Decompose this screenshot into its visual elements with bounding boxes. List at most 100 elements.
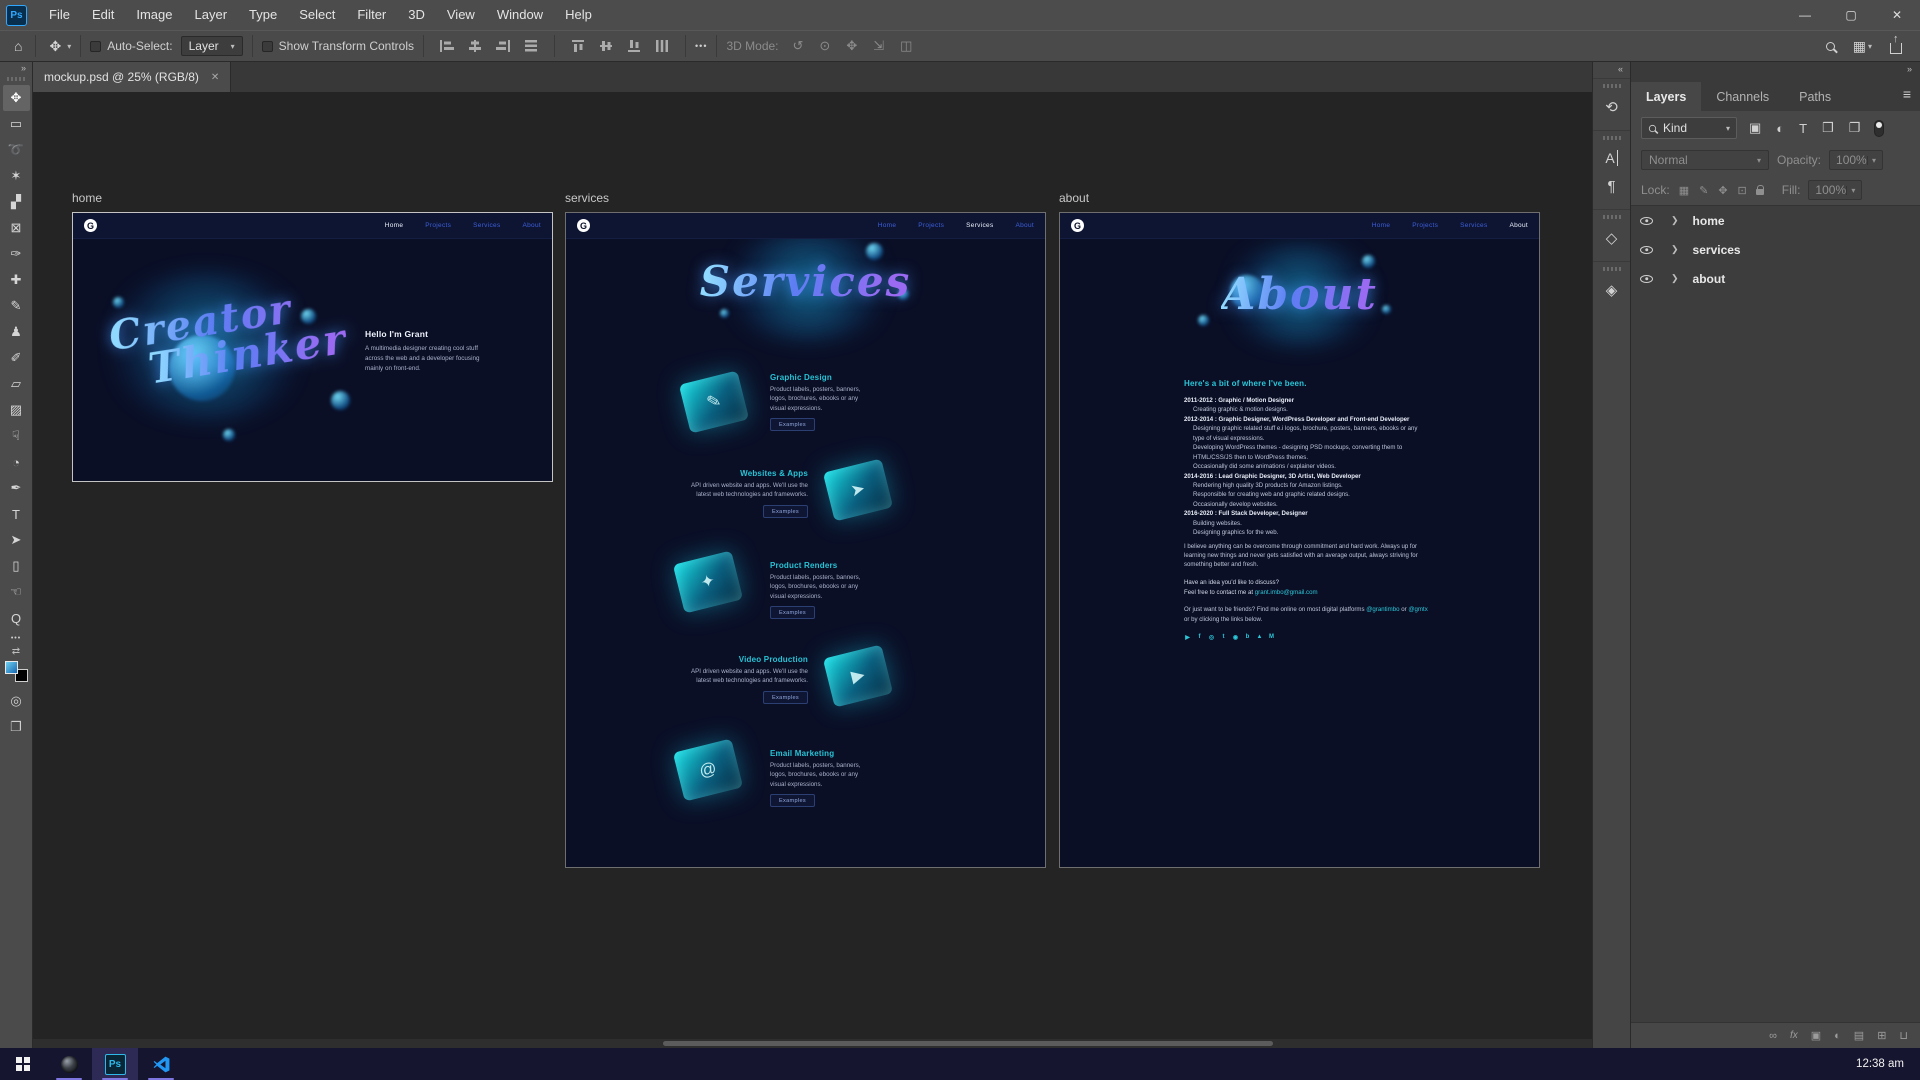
magic-wand-tool[interactable]: ✶ [3, 163, 30, 189]
taskbar-vscode[interactable] [138, 1048, 184, 1080]
home-icon[interactable]: ⌂ [10, 38, 26, 54]
lock-artboard-icon[interactable]: ⊡ [1737, 184, 1748, 197]
layer-name[interactable]: about [1693, 272, 1726, 286]
visibility-eye-icon[interactable] [1640, 275, 1653, 283]
zoom-tool[interactable]: Q [3, 605, 30, 631]
marquee-tool[interactable]: ▭ [3, 111, 30, 137]
close-tab-icon[interactable]: ✕ [211, 72, 219, 83]
panel-collapse-icon[interactable]: » [1631, 62, 1920, 82]
hand-tool[interactable]: ☜ [3, 579, 30, 605]
distribute-horizontal-icon[interactable] [517, 40, 545, 52]
3d-slide-icon[interactable]: ⇲ [873, 38, 884, 54]
gradient-tool[interactable]: ▨ [3, 397, 30, 423]
menu-3d[interactable]: 3D [397, 0, 436, 30]
layer-group-icon[interactable]: ▤ [1854, 1029, 1864, 1042]
expand-group-icon[interactable]: ❯ [1671, 273, 1679, 284]
menu-view[interactable]: View [436, 0, 486, 30]
pen-tool[interactable]: ✒ [3, 475, 30, 501]
quick-mask-icon[interactable]: ◎ [10, 693, 21, 709]
smart-object-filter-icon[interactable]: ❐ [1846, 120, 1864, 136]
rectangle-tool[interactable]: ▯ [3, 553, 30, 579]
chevron-down-icon[interactable]: ▾ [67, 42, 71, 51]
filter-toggle-switch[interactable] [1874, 120, 1884, 137]
opacity-field[interactable]: 100% ▾ [1829, 150, 1883, 170]
artboard-about[interactable]: G Home Projects Services About [1059, 212, 1540, 868]
paragraph-panel-icon[interactable]: ¶ [1607, 178, 1615, 195]
edit-toolbar-icon[interactable]: ••• [11, 635, 21, 642]
adjustment-layer-filter-icon[interactable]: ◐ [1773, 121, 1787, 136]
3d-pan-icon[interactable]: ✥ [846, 38, 857, 54]
dock-collapse-icon[interactable]: « [1593, 62, 1630, 78]
character-panel-icon[interactable]: A [1605, 150, 1617, 166]
visibility-eye-icon[interactable] [1640, 217, 1653, 225]
menu-select[interactable]: Select [288, 0, 346, 30]
healing-brush-tool[interactable]: ✚ [3, 267, 30, 293]
blend-mode-dropdown[interactable]: Normal ▾ [1641, 150, 1769, 170]
visibility-eye-icon[interactable] [1640, 246, 1653, 254]
menu-help[interactable]: Help [554, 0, 603, 30]
artboard-label-services[interactable]: services [565, 191, 609, 205]
show-transform-checkbox[interactable] [262, 41, 273, 52]
horizontal-scrollbar-track[interactable] [33, 1039, 1592, 1048]
maximize-button[interactable]: ▢ [1828, 0, 1874, 30]
lock-transparent-pixels-icon[interactable]: ▦ [1678, 184, 1690, 197]
move-tool[interactable]: ✥ [3, 85, 30, 111]
foreground-color-swatch[interactable] [5, 661, 18, 674]
3d-camera-icon[interactable]: ◫ [900, 38, 912, 54]
lasso-tool[interactable]: ➰ [3, 137, 30, 163]
new-layer-icon[interactable]: ⊞ [1877, 1029, 1886, 1042]
align-middle-icon[interactable] [592, 40, 620, 52]
layer-name[interactable]: services [1693, 243, 1741, 257]
filter-kind-dropdown[interactable]: Kind ▾ [1641, 117, 1737, 139]
3d-orbit-icon[interactable]: ↺ [793, 38, 804, 54]
3d-roll-icon[interactable]: ⊙ [819, 38, 830, 54]
layer-mask-icon[interactable]: ▣ [1811, 1029, 1821, 1042]
swap-colors-icon[interactable]: ⇄ [12, 646, 20, 657]
align-center-horizontal-icon[interactable] [461, 40, 489, 52]
distribute-vertical-icon[interactable] [648, 40, 676, 52]
align-top-icon[interactable] [564, 40, 592, 52]
canvas[interactable]: home G Home Projects Services About [33, 92, 1592, 1048]
smudge-tool[interactable]: ☟ [3, 423, 30, 449]
dodge-tool[interactable]: ◔ [3, 449, 30, 475]
auto-select-checkbox[interactable] [90, 41, 101, 52]
align-left-icon[interactable] [433, 40, 461, 52]
taskbar-app-sphere[interactable] [46, 1048, 92, 1080]
fill-field[interactable]: 100% ▾ [1808, 180, 1862, 200]
minimize-button[interactable]: — [1782, 0, 1828, 30]
menu-filter[interactable]: Filter [346, 0, 397, 30]
history-brush-tool[interactable]: ✐ [3, 345, 30, 371]
menu-edit[interactable]: Edit [81, 0, 125, 30]
tab-channels[interactable]: Channels [1701, 82, 1784, 111]
path-select-tool[interactable]: ➤ [3, 527, 30, 553]
3d-panel-icon[interactable]: ◇ [1606, 229, 1618, 247]
start-button[interactable] [0, 1048, 46, 1080]
screen-mode-icon[interactable]: ❐ [10, 719, 22, 735]
layer-effects-icon[interactable]: fx [1790, 1030, 1798, 1041]
align-bottom-icon[interactable] [620, 40, 648, 52]
layer-row-services[interactable]: ❯ services [1631, 235, 1920, 264]
layer-row-home[interactable]: ❯ home [1631, 206, 1920, 235]
align-right-icon[interactable] [489, 40, 517, 52]
pixel-layer-filter-icon[interactable]: ▣ [1746, 120, 1764, 136]
brush-tool[interactable]: ✎ [3, 293, 30, 319]
frame-tool[interactable]: ⊠ [3, 215, 30, 241]
menu-type[interactable]: Type [238, 0, 288, 30]
menu-image[interactable]: Image [125, 0, 183, 30]
shape-layer-filter-icon[interactable]: ❒ [1819, 120, 1837, 136]
link-layers-icon[interactable]: ∞ [1769, 1030, 1777, 1042]
history-panel-icon[interactable]: ⟲ [1605, 98, 1618, 116]
menu-layer[interactable]: Layer [184, 0, 239, 30]
layer-name[interactable]: home [1693, 214, 1725, 228]
lock-position-icon[interactable]: ✥ [1717, 184, 1728, 197]
lock-all-icon[interactable] [1756, 189, 1764, 195]
lock-image-pixels-icon[interactable]: ✎ [1698, 184, 1709, 197]
move-tool-preset-icon[interactable]: ✥ [45, 38, 65, 55]
tab-layers[interactable]: Layers [1631, 82, 1701, 111]
adjustment-layer-icon[interactable]: ◐ [1834, 1030, 1841, 1042]
more-align-options-icon[interactable]: ••• [695, 41, 707, 51]
crop-tool[interactable]: ▞ [3, 189, 30, 215]
document-tab[interactable]: mockup.psd @ 25% (RGB/8) ✕ [33, 62, 231, 92]
artboard-label-home[interactable]: home [72, 191, 102, 205]
layer-row-about[interactable]: ❯ about [1631, 264, 1920, 293]
